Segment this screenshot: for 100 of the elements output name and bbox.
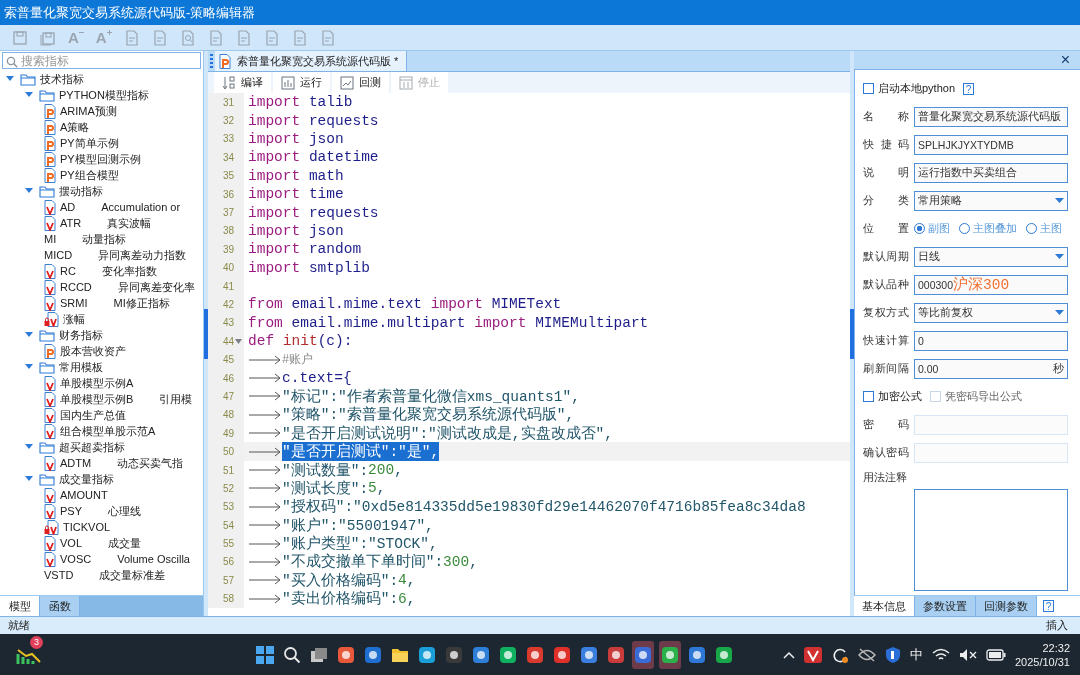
input-method-indicator[interactable]: 中	[909, 645, 923, 664]
field-label: 密码	[863, 417, 909, 432]
tree-item[interactable]: MICD 异同离差动力指数	[44, 248, 187, 262]
splitter-handle[interactable]	[850, 308, 854, 359]
tree-item[interactable]: VOSC Volume Oscilla	[44, 551, 190, 567]
expanded-arrow-icon[interactable]	[25, 443, 33, 451]
code-token: import	[248, 186, 301, 203]
help-button[interactable]: ?	[1043, 600, 1054, 612]
search-field[interactable]: 搜索指标	[2, 52, 201, 69]
checkbox[interactable]: 加密公式	[863, 389, 922, 404]
panel-tab[interactable]: 参数设置	[915, 596, 976, 616]
app-icon[interactable]	[418, 645, 436, 664]
tree-item[interactable]: VOL 成交量	[44, 535, 141, 551]
app-icon[interactable]	[526, 645, 544, 664]
app-icon[interactable]	[688, 645, 706, 664]
eye-off-icon[interactable]	[857, 647, 876, 662]
speaker-muted-icon[interactable]	[958, 647, 977, 662]
fold-arrow-icon[interactable]	[235, 338, 242, 344]
tree-folder[interactable]: 技术指标	[20, 72, 84, 86]
line-number: 58	[221, 593, 234, 605]
tree-item[interactable]: TICKVOL	[44, 519, 111, 535]
help-button[interactable]: ?	[963, 82, 975, 95]
field-label: 名称	[863, 109, 909, 124]
tree-item[interactable]: RC 变化率指数	[44, 263, 157, 279]
tree-item[interactable]: A策略	[44, 119, 90, 135]
expanded-arrow-icon[interactable]	[25, 363, 33, 371]
chevron-up-icon[interactable]	[782, 650, 795, 659]
tree-item[interactable]: PY模型回测示例	[44, 151, 141, 167]
tree-item[interactable]: AMOUNT	[44, 487, 108, 503]
dropdown[interactable]: 日线	[914, 246, 1068, 267]
task-view-icon[interactable]	[310, 645, 328, 664]
tree-item[interactable]: 单股模型示例B 引用模	[44, 391, 193, 407]
notes-field[interactable]	[914, 489, 1068, 591]
app-icon[interactable]	[661, 645, 679, 664]
tree-item[interactable]: MI 动量指标	[44, 232, 127, 246]
windows-start-icon[interactable]	[256, 645, 274, 664]
app-icon[interactable]	[337, 645, 355, 664]
expanded-arrow-icon[interactable]	[6, 75, 14, 83]
active-app-highlight[interactable]	[659, 640, 681, 669]
tree-item[interactable]: RCCD 异同离差变化率	[44, 279, 195, 295]
active-app-highlight[interactable]	[632, 640, 654, 669]
app-icon[interactable]	[803, 646, 822, 663]
text-field[interactable]: 0	[914, 330, 1068, 351]
app-icon[interactable]	[634, 645, 652, 664]
text-field[interactable]: 0.00 秒	[914, 358, 1068, 379]
tree-item[interactable]: ADTM 动态买卖气指	[44, 455, 184, 471]
expanded-arrow-icon[interactable]	[25, 331, 33, 339]
toolbar-button[interactable]: 运行	[273, 72, 330, 93]
code-token: init	[281, 333, 318, 350]
tree-item[interactable]: AD Accumulation or	[44, 199, 181, 215]
expanded-arrow-icon[interactable]	[25, 475, 33, 483]
tree-item[interactable]: PSY 心理线	[44, 503, 141, 519]
app-icon[interactable]	[580, 645, 598, 664]
text-field[interactable]: 运行指数中买卖组合	[914, 162, 1068, 183]
wifi-icon[interactable]	[931, 647, 950, 662]
toolbar-button[interactable]: 回测	[332, 72, 389, 93]
tree-folder[interactable]: 财务指标	[39, 328, 103, 342]
battery-icon[interactable]	[985, 648, 1006, 661]
tree-folder[interactable]: 成交量指标	[39, 472, 114, 486]
tree-folder[interactable]: 摆动指标	[39, 184, 103, 198]
dropdown[interactable]: 等比前复权	[914, 302, 1068, 323]
tree-item[interactable]: 国内生产总值	[44, 407, 126, 423]
app-icon[interactable]	[445, 645, 463, 664]
tree-item[interactable]: PY简单示例	[44, 135, 119, 151]
shield-icon[interactable]	[884, 645, 901, 664]
panel-tab[interactable]: 函数	[40, 596, 80, 616]
toolbar-button[interactable]: 编译	[214, 72, 271, 93]
text-field[interactable]: 000300沪深300	[914, 274, 1068, 295]
text-field[interactable]: SPLHJKJYXTYDMB	[914, 134, 1068, 155]
tree-item[interactable]: SRMI MI修正指标	[44, 295, 170, 311]
tree-item[interactable]: 涨幅	[44, 311, 85, 327]
text-field[interactable]: 普量化聚宽交易系统源代码版	[914, 106, 1068, 127]
tree-item[interactable]: 股本营收资产	[44, 343, 126, 359]
app-icon[interactable]	[472, 645, 490, 664]
tree-item[interactable]: VSTD 成交量标准差	[44, 568, 166, 582]
tree-item[interactable]: PY组合模型	[44, 167, 119, 183]
close-button[interactable]: ×	[1050, 51, 1080, 69]
editor-tab[interactable]: 索普量化聚宽交易系统源代码版 *	[215, 51, 408, 71]
line-number: 31	[221, 96, 234, 108]
search-icon[interactable]	[283, 645, 301, 664]
code-token: import	[248, 94, 301, 111]
app-icon[interactable]	[553, 645, 571, 664]
expanded-arrow-icon[interactable]	[25, 187, 33, 195]
checkbox[interactable]: 启动本地python	[863, 81, 956, 96]
splitter-handle[interactable]	[204, 308, 208, 359]
app-icon[interactable]	[499, 645, 517, 664]
tree-folder[interactable]: 常用模板	[39, 360, 103, 374]
tree-item[interactable]: ARIMA预测	[44, 103, 117, 119]
tree-folder[interactable]: PYTHON模型指标	[39, 88, 149, 102]
tree-item[interactable]: 单股模型示例A	[44, 375, 134, 391]
expanded-arrow-icon[interactable]	[25, 91, 33, 99]
panel-tab[interactable]: 模型	[0, 596, 40, 616]
tree-folder[interactable]: 超买超卖指标	[39, 440, 125, 454]
app-icon[interactable]	[364, 645, 382, 664]
dropdown[interactable]: 常用策略	[914, 190, 1068, 211]
panel-tab[interactable]: 回测参数	[976, 596, 1037, 616]
tree-item[interactable]: ATR 真实波幅	[44, 215, 152, 231]
app-icon[interactable]	[607, 645, 625, 664]
app-icon[interactable]	[715, 645, 733, 664]
tree-item[interactable]: 组合模型单股示范A	[44, 423, 156, 439]
